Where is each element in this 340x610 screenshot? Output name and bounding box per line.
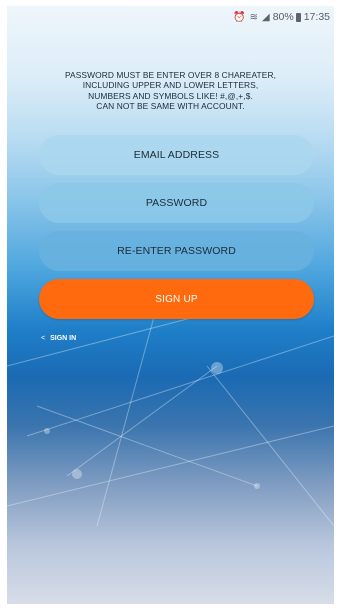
password-requirements-notice: PASSWORD MUST BE ENTER OVER 8 CHAREATER,… [64, 70, 277, 112]
status-bar: ⏰ ≋ ◢ 80% 17:35 [7, 6, 334, 28]
status-time: 17:35 [303, 11, 330, 23]
signal-icon: ◢ [262, 11, 270, 23]
alarm-icon: ⏰ [233, 11, 246, 23]
sign-up-button-label: SIGN UP [155, 293, 198, 305]
battery-percent: 80% [272, 11, 294, 23]
reenter-password-field[interactable]: RE-ENTER PASSWORD [39, 231, 314, 271]
signup-screen: ⏰ ≋ ◢ 80% 17:35 PASSWORD MUST BE ENTER O… [7, 6, 334, 604]
email-field-placeholder: EMAIL ADDRESS [133, 149, 220, 161]
password-field-placeholder: PASSWORD [145, 197, 208, 209]
chevron-left-icon: < [41, 335, 46, 342]
sign-in-link[interactable]: < SIGN IN [41, 335, 76, 342]
battery-icon [295, 12, 301, 22]
email-field[interactable]: EMAIL ADDRESS [39, 135, 314, 175]
password-field[interactable]: PASSWORD [39, 183, 314, 223]
sign-up-button[interactable]: SIGN UP [39, 279, 314, 319]
wifi-icon: ≋ [249, 11, 258, 23]
sign-in-link-label: SIGN IN [50, 335, 77, 342]
reenter-password-field-placeholder: RE-ENTER PASSWORD [117, 245, 236, 257]
